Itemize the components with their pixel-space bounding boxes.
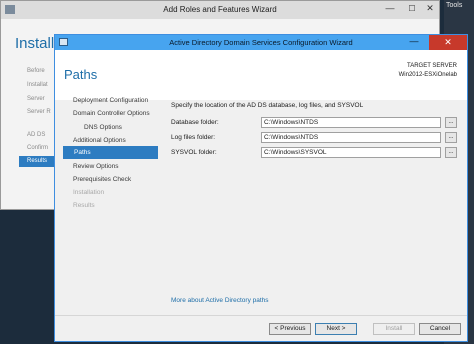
dialog-titlebar[interactable]: Active Directory Domain Services Configu… <box>55 35 467 50</box>
next-button[interactable]: Next > <box>315 323 357 335</box>
back-nav-item: Installat <box>27 82 48 88</box>
target-server-label: TARGET SERVER <box>406 63 457 69</box>
install-button: Install <box>373 323 415 335</box>
log-files-folder-input[interactable]: C:\Windows\NTDS <box>261 132 441 143</box>
back-nav-item: Before <box>27 68 45 74</box>
nav-item-review-options[interactable]: Review Options <box>73 163 119 170</box>
dialog-header: Paths TARGET SERVER Win2012-ESXiOnelab <box>55 50 467 100</box>
target-server-name: Win2012-ESXiOnelab <box>398 72 457 78</box>
log-files-folder-browse-button[interactable]: ... <box>445 132 457 143</box>
nav-item-results: Results <box>73 202 95 209</box>
paths-instructions: Specify the location of the AD DS databa… <box>171 102 364 109</box>
back-window-title: Add Roles and Features Wizard <box>163 5 277 14</box>
back-nav-item: Server R <box>27 109 51 115</box>
nav-item-dns-options[interactable]: DNS Options <box>84 124 122 131</box>
nav-item-installation: Installation <box>73 189 105 196</box>
minimize-button[interactable]: — <box>379 2 401 16</box>
nav-item-paths-label: Paths <box>74 149 91 156</box>
sysvol-folder-browse-button[interactable]: ... <box>445 147 457 158</box>
close-button[interactable]: ✕ <box>421 2 439 16</box>
nav-item-deployment-configuration[interactable]: Deployment Configuration <box>73 97 148 104</box>
back-nav-selected-results[interactable]: Results <box>19 156 55 167</box>
back-nav-item: AD DS <box>27 132 46 138</box>
database-folder-browse-button[interactable]: ... <box>445 117 457 128</box>
back-nav-item: Server <box>27 96 45 102</box>
previous-button[interactable]: < Previous <box>269 323 311 335</box>
sysvol-folder-label: SYSVOL folder: <box>171 149 217 156</box>
database-folder-label: Database folder: <box>171 119 219 126</box>
tools-menu[interactable]: Tools <box>446 2 462 9</box>
log-files-folder-label: Log files folder: <box>171 134 216 141</box>
more-about-paths-link[interactable]: More about Active Directory paths <box>171 297 269 304</box>
nav-item-prerequisites-check[interactable]: Prerequisites Check <box>73 176 131 183</box>
back-nav-item: Confirm <box>27 145 49 151</box>
back-window-titlebar[interactable]: Add Roles and Features Wizard — ☐ ✕ <box>1 1 439 19</box>
page-title: Paths <box>64 67 98 82</box>
footer-divider <box>55 315 467 316</box>
back-nav-selected-label: Results <box>27 158 48 164</box>
database-folder-input[interactable]: C:\Windows\NTDS <box>261 117 441 128</box>
cancel-button[interactable]: Cancel <box>419 323 461 335</box>
minimize-button[interactable]: — <box>403 35 425 50</box>
adds-configuration-wizard-dialog: Active Directory Domain Services Configu… <box>54 34 468 342</box>
nav-item-paths[interactable]: Paths <box>63 146 158 159</box>
nav-item-additional-options[interactable]: Additional Options <box>73 137 126 144</box>
sysvol-folder-input[interactable]: C:\Windows\SYSVOL <box>261 147 441 158</box>
nav-item-domain-controller-options[interactable]: Domain Controller Options <box>73 110 150 117</box>
close-button[interactable]: ✕ <box>429 35 467 50</box>
maximize-button[interactable]: ☐ <box>401 2 423 16</box>
